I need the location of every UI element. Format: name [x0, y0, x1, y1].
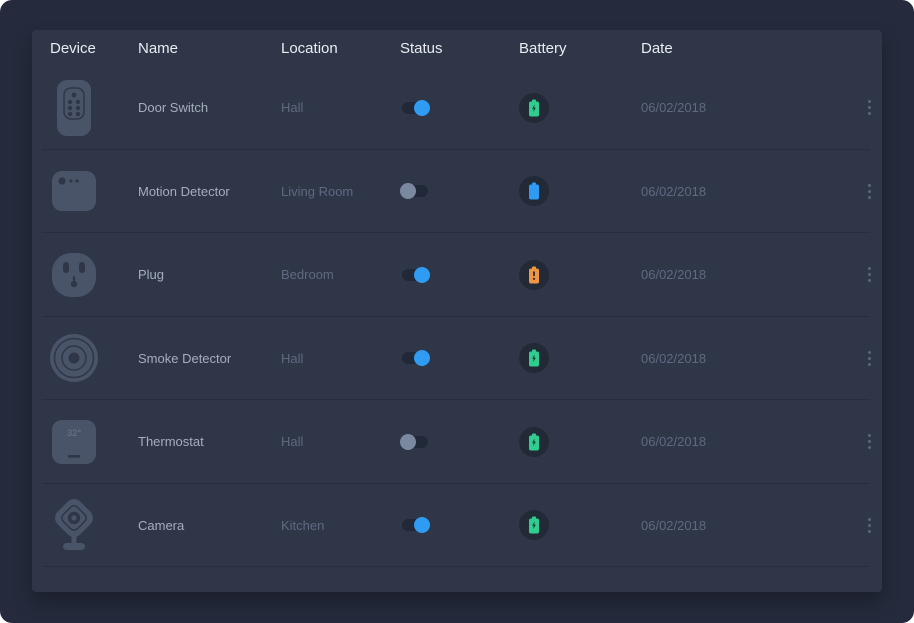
kebab-menu-button[interactable] — [864, 263, 875, 286]
table-row: Camera Kitchen 06/02/2018 — [32, 484, 882, 568]
device-date: 06/02/2018 — [641, 518, 856, 533]
device-date: 06/02/2018 — [641, 434, 856, 449]
status-cell — [400, 436, 519, 448]
status-toggle[interactable] — [402, 519, 428, 531]
device-location: Living Room — [281, 184, 400, 199]
status-cell — [400, 269, 519, 281]
kebab-menu-button[interactable] — [864, 347, 875, 370]
battery-badge — [519, 343, 549, 373]
device-date: 06/02/2018 — [641, 351, 856, 366]
menu-cell — [856, 263, 882, 286]
camera-icon — [50, 496, 98, 554]
kebab-menu-button[interactable] — [864, 96, 875, 119]
device-location: Hall — [281, 434, 400, 449]
column-header-location: Location — [281, 40, 400, 57]
device-icon-cell: 32° — [50, 413, 138, 471]
battery-cell — [519, 510, 641, 540]
status-toggle[interactable] — [402, 185, 428, 197]
battery-charging-icon — [528, 516, 540, 534]
device-icon-cell — [50, 246, 138, 304]
table-row: Motion Detector Living Room 06/02/2018 — [32, 150, 882, 234]
battery-cell — [519, 343, 641, 373]
device-date: 06/02/2018 — [641, 184, 856, 199]
table-row: Smoke Detector Hall 06/02/2018 — [32, 317, 882, 401]
device-location: Hall — [281, 351, 400, 366]
device-name: Plug — [138, 267, 281, 282]
toggle-knob — [414, 517, 430, 533]
menu-cell — [856, 96, 882, 119]
toggle-knob — [414, 350, 430, 366]
battery-full-icon — [528, 182, 540, 200]
toggle-knob — [414, 100, 430, 116]
column-header-status: Status — [400, 40, 519, 57]
device-icon-cell — [50, 329, 138, 387]
status-cell — [400, 352, 519, 364]
battery-cell — [519, 260, 641, 290]
column-header-date: Date — [641, 40, 856, 57]
table-row: 32° Thermostat Hall 06/02/2018 — [32, 400, 882, 484]
menu-cell — [856, 180, 882, 203]
kebab-menu-button[interactable] — [864, 514, 875, 537]
plug-icon — [50, 246, 98, 304]
device-name: Smoke Detector — [138, 351, 281, 366]
table-row: Plug Bedroom 06/02/2018 — [32, 233, 882, 317]
column-header-name: Name — [138, 40, 281, 57]
toggle-knob — [414, 267, 430, 283]
kebab-menu-button[interactable] — [864, 180, 875, 203]
device-name: Door Switch — [138, 100, 281, 115]
device-icon-cell — [50, 162, 138, 220]
device-location: Kitchen — [281, 518, 400, 533]
battery-charging-icon — [528, 349, 540, 367]
table-header-row: Device Name Location Status Battery Date — [32, 30, 882, 66]
status-cell — [400, 519, 519, 531]
status-cell — [400, 185, 519, 197]
status-toggle[interactable] — [402, 436, 428, 448]
status-toggle[interactable] — [402, 102, 428, 114]
status-toggle[interactable] — [402, 269, 428, 281]
app-window: Device Name Location Status Battery Date… — [0, 0, 914, 623]
device-date: 06/02/2018 — [641, 100, 856, 115]
motion-detector-icon — [50, 162, 98, 220]
smoke-detector-icon — [50, 329, 98, 387]
thermostat-icon: 32° — [50, 413, 98, 471]
battery-low-icon — [528, 266, 540, 284]
battery-cell — [519, 176, 641, 206]
battery-badge — [519, 93, 549, 123]
device-location: Bedroom — [281, 267, 400, 282]
table-row: Door Switch Hall 06/02/2018 — [32, 66, 882, 150]
toggle-knob — [400, 183, 416, 199]
battery-badge — [519, 260, 549, 290]
device-name: Motion Detector — [138, 184, 281, 199]
device-date: 06/02/2018 — [641, 267, 856, 282]
status-cell — [400, 102, 519, 114]
thermostat-temperature-label: 32° — [67, 428, 82, 439]
battery-charging-icon — [528, 99, 540, 117]
menu-cell — [856, 347, 882, 370]
remote-icon — [50, 79, 98, 137]
status-toggle[interactable] — [402, 352, 428, 364]
device-icon-cell — [50, 496, 138, 554]
device-icon-cell — [50, 79, 138, 137]
device-table-card: Device Name Location Status Battery Date… — [32, 30, 882, 592]
kebab-menu-button[interactable] — [864, 430, 875, 453]
battery-badge — [519, 176, 549, 206]
column-header-device: Device — [50, 40, 138, 57]
device-location: Hall — [281, 100, 400, 115]
battery-charging-icon — [528, 433, 540, 451]
menu-cell — [856, 430, 882, 453]
menu-cell — [856, 514, 882, 537]
column-header-battery: Battery — [519, 40, 641, 57]
battery-cell — [519, 427, 641, 457]
device-name: Camera — [138, 518, 281, 533]
device-name: Thermostat — [138, 434, 281, 449]
battery-badge — [519, 510, 549, 540]
battery-badge — [519, 427, 549, 457]
toggle-knob — [400, 434, 416, 450]
battery-cell — [519, 93, 641, 123]
